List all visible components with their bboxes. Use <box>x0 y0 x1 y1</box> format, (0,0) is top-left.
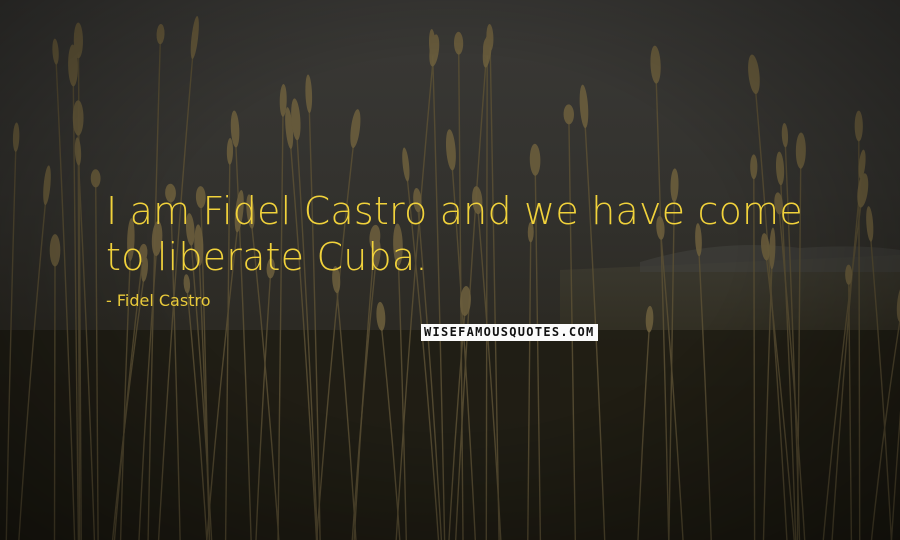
wheat-ear <box>49 234 61 267</box>
wheat-ear <box>305 74 313 114</box>
wheat-ear <box>402 147 410 182</box>
wheat-ear <box>748 54 760 95</box>
wheat-ear <box>12 122 20 152</box>
wheat-ear <box>579 84 589 129</box>
quote-card: I am Fidel Castro and we have come to li… <box>0 0 900 540</box>
wheat-ear <box>563 104 574 125</box>
wheat-ear <box>453 31 464 55</box>
wheat-ear <box>156 24 165 45</box>
wheat-ear <box>775 151 785 186</box>
wheat-ear <box>650 45 661 84</box>
wheat-ear <box>483 37 492 60</box>
wheat-ear <box>445 129 456 171</box>
wheat-ear <box>781 123 789 148</box>
wheat-ear <box>795 132 806 169</box>
wheat-ear <box>750 154 758 180</box>
wheat-ear <box>866 206 874 242</box>
wheat-ear <box>857 173 869 208</box>
wheat-stalk <box>53 262 56 540</box>
quote-author: - Fidel Castro <box>106 291 211 310</box>
wheat-ear <box>74 137 82 166</box>
wheat-ear <box>854 110 863 142</box>
quote-text: I am Fidel Castro and we have come to li… <box>106 189 803 279</box>
wheat-ear <box>350 109 361 149</box>
wheat-ear <box>226 138 234 165</box>
wheat-ear <box>190 16 199 59</box>
watermark-logo: WISEFAMOUSQUOTES.COM <box>421 324 598 341</box>
wheat-ear <box>52 38 59 65</box>
wheat-ear <box>529 143 541 176</box>
wheat-ear <box>376 301 386 331</box>
wheat-stalk <box>485 55 488 540</box>
wheat-ear <box>90 169 101 188</box>
wheat-ear <box>43 165 51 206</box>
